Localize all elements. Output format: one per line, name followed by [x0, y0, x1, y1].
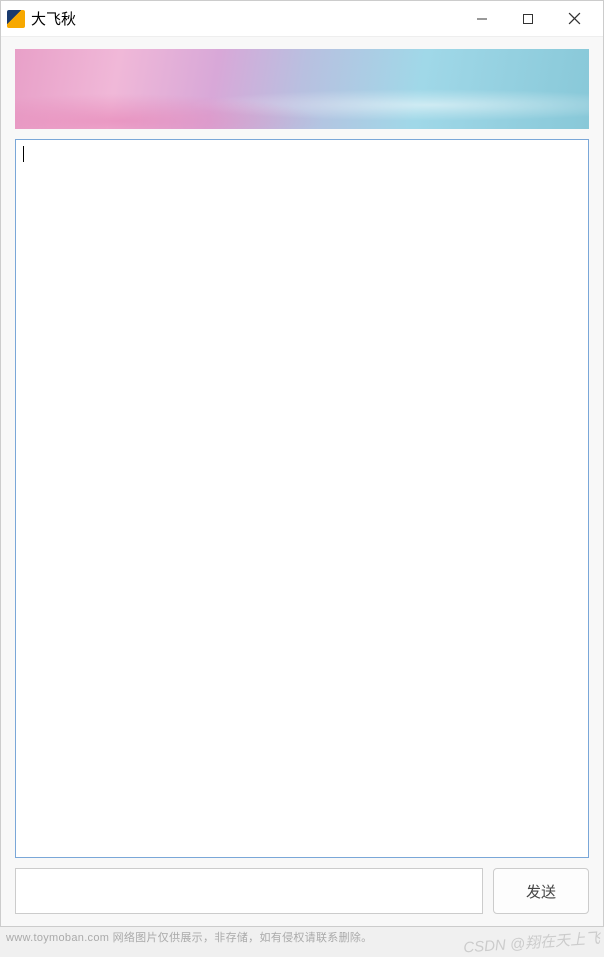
content-area: 发送 [1, 37, 603, 926]
minimize-icon [476, 13, 488, 25]
footer-source-text: www.toymoban.com 网络图片仅供展示，非存储，如有侵权请联系删除。 [0, 929, 372, 945]
maximize-icon [522, 13, 534, 25]
send-button[interactable]: 发送 [493, 868, 589, 914]
minimize-button[interactable] [459, 1, 505, 37]
maximize-button[interactable] [505, 1, 551, 37]
chat-display[interactable] [15, 139, 589, 858]
banner-image [15, 49, 589, 129]
text-cursor [23, 146, 24, 162]
close-icon [568, 12, 581, 25]
app-window: 大飞秋 发送 [0, 0, 604, 927]
titlebar: 大飞秋 [1, 1, 603, 37]
app-icon [7, 10, 25, 28]
input-row: 发送 [15, 868, 589, 914]
watermark-text: CSDN @翔在天上飞 [463, 927, 601, 957]
close-button[interactable] [551, 1, 597, 37]
footer: www.toymoban.com 网络图片仅供展示，非存储，如有侵权请联系删除。… [0, 927, 604, 947]
message-input[interactable] [15, 868, 483, 914]
window-title: 大飞秋 [31, 8, 76, 29]
